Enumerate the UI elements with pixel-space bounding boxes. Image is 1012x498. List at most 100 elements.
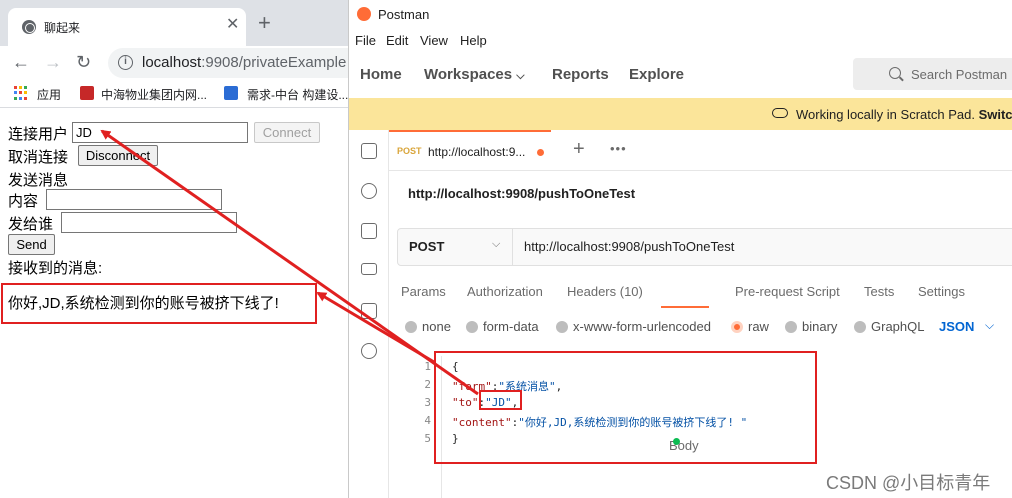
annotation-box-received-message	[1, 283, 317, 324]
nav-workspaces-label: Workspaces	[424, 66, 513, 83]
info-icon[interactable]: i	[118, 55, 133, 70]
radio-form-data[interactable]	[466, 321, 478, 333]
nav-explore[interactable]: Explore	[629, 66, 684, 83]
radio-raw-label[interactable]: raw	[748, 319, 769, 334]
disconnect-button[interactable]: Disconnect	[78, 145, 158, 166]
screenshot-root: 聊起来 ✕ + ← → ↻ i localhost:9908/privateEx…	[0, 0, 1012, 498]
address-url: localhost:9908/privateExample	[142, 54, 346, 71]
bookmarks-bar: 应用 中海物业集团内网... 需求-中台 构建设...	[0, 80, 348, 108]
send-to-input[interactable]	[61, 212, 237, 233]
banner-message: Working locally in Scratch Pad.	[796, 107, 975, 122]
tab-strip: 聊起来 ✕ +	[0, 0, 348, 46]
nav-reports[interactable]: Reports	[552, 66, 609, 83]
bookmark-apps[interactable]: 应用	[37, 86, 61, 103]
menu-view[interactable]: View	[420, 33, 448, 48]
postman-sidebar	[349, 130, 389, 498]
search-icon	[889, 67, 901, 79]
send-button[interactable]: Send	[8, 234, 55, 255]
request-tab-method: POST	[397, 146, 422, 156]
scratch-pad-banner: Working locally in Scratch Pad. Switch	[349, 98, 1012, 130]
back-arrow-icon[interactable]: ←	[12, 50, 30, 74]
tab-pre-request-script[interactable]: Pre-request Script	[735, 284, 840, 299]
collections-icon[interactable]	[361, 143, 377, 159]
bookmark-intranet[interactable]: 中海物业集团内网...	[101, 86, 207, 103]
apps-grid-icon[interactable]	[14, 86, 28, 100]
annotation-box-to-value	[479, 390, 522, 410]
radio-form-data-label[interactable]: form-data	[483, 319, 539, 334]
menu-bar: File Edit View Help	[349, 30, 1012, 52]
request-tab[interactable]: POST http://localhost:9...	[389, 130, 551, 170]
new-tab-button[interactable]: +	[258, 12, 271, 34]
body-format-select[interactable]: JSON	[939, 319, 974, 334]
line-number: 4	[424, 414, 431, 427]
postman-top-nav: Home Workspaces ⌵ Reports Explore Search…	[349, 52, 1012, 98]
connect-button[interactable]: Connect	[254, 122, 320, 143]
line-number: 3	[424, 396, 431, 409]
reload-icon[interactable]: ↻	[76, 50, 91, 74]
tab-headers[interactable]: Headers (10)	[567, 284, 643, 299]
tab-title: 聊起来	[44, 21, 81, 35]
bookmark-blue-icon	[224, 86, 238, 100]
history-icon[interactable]	[361, 343, 377, 359]
new-request-tab-button[interactable]: +	[573, 139, 585, 159]
chrome-window: 聊起来 ✕ + ← → ↻ i localhost:9908/privateEx…	[0, 0, 348, 498]
active-tab-underline	[661, 306, 709, 308]
url-host: localhost	[142, 54, 202, 71]
mock-servers-icon[interactable]	[361, 263, 377, 275]
chevron-down-icon: ⌵	[985, 318, 995, 332]
apis-icon[interactable]	[361, 183, 377, 199]
browser-tab[interactable]: 聊起来 ✕	[8, 8, 246, 46]
monitors-icon[interactable]	[361, 303, 377, 319]
environments-icon[interactable]	[361, 223, 377, 239]
unsaved-dot-icon	[537, 149, 544, 156]
close-tab-icon[interactable]: ✕	[226, 17, 239, 33]
nav-workspaces[interactable]: Workspaces ⌵	[424, 66, 525, 83]
tab-authorization[interactable]: Authorization	[467, 284, 543, 299]
radio-urlencoded-label[interactable]: x-www-form-urlencoded	[573, 319, 711, 334]
radio-graphql[interactable]	[854, 321, 866, 333]
send-to-label: 发给谁	[8, 216, 54, 233]
cancel-connection-label: 取消连接	[8, 149, 69, 166]
radio-binary-label[interactable]: binary	[802, 319, 837, 334]
browser-toolbar: ← → ↻ i localhost:9908/privateExample	[0, 46, 348, 80]
radio-graphql-label[interactable]: GraphQL	[871, 319, 924, 334]
request-url-input[interactable]: http://localhost:9908/pushToOneTest	[524, 239, 734, 254]
radio-raw[interactable]	[731, 321, 743, 333]
line-number: 2	[424, 378, 431, 391]
received-messages-label: 接收到的消息:	[8, 260, 103, 277]
content-input[interactable]	[46, 189, 222, 210]
menu-file[interactable]: File	[355, 33, 376, 48]
request-url-bar: POST ⌵ http://localhost:9908/pushToOneTe…	[397, 228, 1012, 266]
menu-edit[interactable]: Edit	[386, 33, 408, 48]
banner-text: Working locally in Scratch Pad. Switch	[796, 107, 1012, 122]
more-options-icon[interactable]: •••	[610, 141, 627, 156]
search-postman-input[interactable]: Search Postman	[853, 58, 1012, 90]
postman-titlebar: Postman	[349, 0, 1012, 28]
request-tab-url: http://localhost:9...	[428, 145, 526, 159]
tab-params[interactable]: Params	[401, 284, 446, 299]
connect-user-input[interactable]: JD	[72, 122, 248, 143]
radio-urlencoded[interactable]	[556, 321, 568, 333]
line-number: 5	[424, 432, 431, 445]
connect-user-label: 连接用户	[8, 126, 69, 143]
forward-arrow-icon[interactable]: →	[44, 50, 62, 74]
radio-none-label[interactable]: none	[422, 319, 451, 334]
menu-help[interactable]: Help	[460, 33, 487, 48]
radio-binary[interactable]	[785, 321, 797, 333]
line-number: 1	[424, 360, 431, 373]
chevron-down-icon: ⌵	[516, 70, 525, 82]
tab-tests[interactable]: Tests	[864, 284, 894, 299]
address-bar[interactable]: i localhost:9908/privateExample	[108, 48, 348, 78]
banner-switch-link[interactable]: Switch	[979, 107, 1012, 122]
method-value: POST	[409, 239, 445, 254]
tab-settings[interactable]: Settings	[918, 284, 965, 299]
send-message-heading: 发送消息	[8, 172, 69, 189]
postman-window-title: Postman	[378, 7, 430, 22]
bookmark-requirements[interactable]: 需求-中台 构建设...	[247, 86, 348, 103]
postman-logo-icon	[357, 7, 371, 21]
radio-none[interactable]	[405, 321, 417, 333]
nav-home[interactable]: Home	[360, 66, 402, 83]
search-placeholder: Search Postman	[911, 67, 1008, 82]
globe-icon	[22, 20, 36, 34]
method-select[interactable]: POST ⌵	[398, 229, 513, 265]
